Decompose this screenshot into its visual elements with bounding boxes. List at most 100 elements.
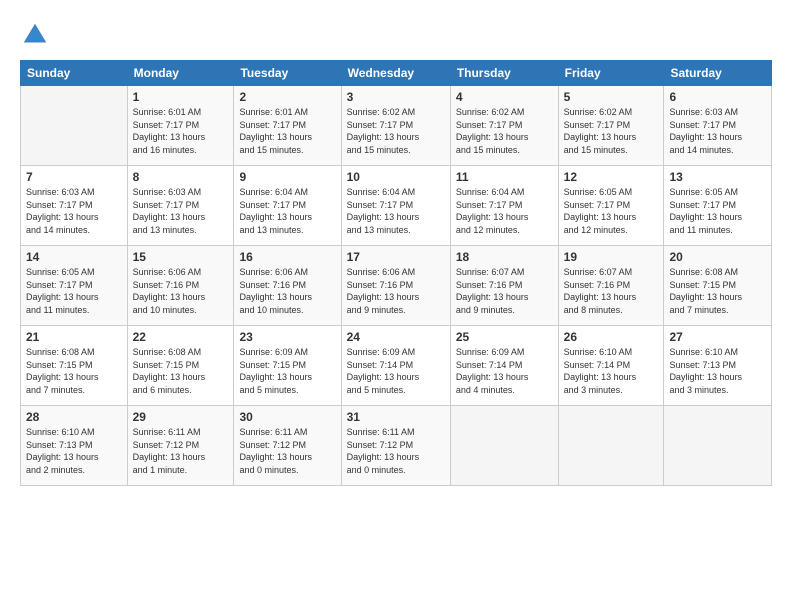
day-number: 1 [133,90,229,104]
day-number: 14 [26,250,122,264]
calendar-cell: 1 Sunrise: 6:01 AM Sunset: 7:17 PM Daylig… [127,86,234,166]
day-number: 24 [347,330,445,344]
day-number: 21 [26,330,122,344]
calendar-cell: 3Sunrise: 6:02 AM Sunset: 7:17 PM Daylig… [341,86,450,166]
day-number: 29 [133,410,229,424]
calendar-cell: 28 Sunrise: 6:10 AM Sunset: 7:13 PM Dayli… [21,406,128,486]
calendar-week-row: 21 Sunrise: 6:08 AM Sunset: 7:15 PM Dayli… [21,326,772,406]
day-info: Sunrise: 6:06 AM Sunset: 7:16 PM Dayligh… [239,266,335,316]
calendar-week-row: 28 Sunrise: 6:10 AM Sunset: 7:13 PM Dayli… [21,406,772,486]
day-number: 19 [564,250,659,264]
day-info: Sunrise: 6:04 AM Sunset: 7:17 PM Dayligh… [347,186,445,236]
calendar-week-row: 14 Sunrise: 6:05 AM Sunset: 7:17 PM Dayli… [21,246,772,326]
calendar-cell: 27 Sunrise: 6:10 AM Sunset: 7:13 PM Dayli… [664,326,772,406]
day-info: Sunrise: 6:09 AM Sunset: 7:15 PM Dayligh… [239,346,335,396]
day-info: Sunrise: 6:11 AM Sunset: 7:12 PM Dayligh… [239,426,335,476]
day-number: 28 [26,410,122,424]
calendar-day-header: Sunday [21,61,128,86]
calendar-cell: 6Sunrise: 6:03 AM Sunset: 7:17 PM Daylig… [664,86,772,166]
day-info: Sunrise: 6:11 AM Sunset: 7:12 PM Dayligh… [133,426,229,476]
day-info: Sunrise: 6:07 AM Sunset: 7:16 PM Dayligh… [564,266,659,316]
calendar-cell: 8 Sunrise: 6:03 AM Sunset: 7:17 PM Daylig… [127,166,234,246]
calendar-cell [21,86,128,166]
calendar-cell: 31 Sunrise: 6:11 AM Sunset: 7:12 PM Dayli… [341,406,450,486]
calendar-cell: 10Sunrise: 6:04 AM Sunset: 7:17 PM Dayli… [341,166,450,246]
calendar-day-header: Tuesday [234,61,341,86]
day-number: 27 [669,330,766,344]
calendar-cell: 23 Sunrise: 6:09 AM Sunset: 7:15 PM Dayli… [234,326,341,406]
day-info: Sunrise: 6:06 AM Sunset: 7:16 PM Dayligh… [347,266,445,316]
day-number: 18 [456,250,553,264]
header [20,20,772,50]
day-info: Sunrise: 6:10 AM Sunset: 7:13 PM Dayligh… [669,346,766,396]
calendar-cell: 15 Sunrise: 6:06 AM Sunset: 7:16 PM Dayli… [127,246,234,326]
day-number: 31 [347,410,445,424]
calendar-cell: 29 Sunrise: 6:11 AM Sunset: 7:12 PM Dayli… [127,406,234,486]
day-number: 11 [456,170,553,184]
day-number: 20 [669,250,766,264]
day-number: 3 [347,90,445,104]
calendar-day-header: Thursday [450,61,558,86]
day-info: Sunrise: 6:08 AM Sunset: 7:15 PM Dayligh… [133,346,229,396]
day-info: Sunrise: 6:11 AM Sunset: 7:12 PM Dayligh… [347,426,445,476]
calendar-cell: 5Sunrise: 6:02 AM Sunset: 7:17 PM Daylig… [558,86,664,166]
day-number: 15 [133,250,229,264]
day-info: Sunrise: 6:03 AM Sunset: 7:17 PM Dayligh… [26,186,122,236]
calendar-cell: 17 Sunrise: 6:06 AM Sunset: 7:16 PM Dayli… [341,246,450,326]
day-number: 4 [456,90,553,104]
day-info: Sunrise: 6:04 AM Sunset: 7:17 PM Dayligh… [239,186,335,236]
calendar-header-row: SundayMondayTuesdayWednesdayThursdayFrid… [21,61,772,86]
calendar-cell: 22 Sunrise: 6:08 AM Sunset: 7:15 PM Dayli… [127,326,234,406]
day-info: Sunrise: 6:03 AM Sunset: 7:17 PM Dayligh… [133,186,229,236]
day-number: 23 [239,330,335,344]
day-number: 30 [239,410,335,424]
calendar-cell: 2Sunrise: 6:01 AM Sunset: 7:17 PM Daylig… [234,86,341,166]
day-info: Sunrise: 6:10 AM Sunset: 7:14 PM Dayligh… [564,346,659,396]
calendar-day-header: Saturday [664,61,772,86]
day-info: Sunrise: 6:01 AM Sunset: 7:17 PM Dayligh… [133,106,229,156]
day-number: 26 [564,330,659,344]
day-info: Sunrise: 6:10 AM Sunset: 7:13 PM Dayligh… [26,426,122,476]
calendar-cell: 30 Sunrise: 6:11 AM Sunset: 7:12 PM Dayli… [234,406,341,486]
day-number: 5 [564,90,659,104]
calendar-cell [664,406,772,486]
calendar-day-header: Friday [558,61,664,86]
calendar-cell: 12Sunrise: 6:05 AM Sunset: 7:17 PM Dayli… [558,166,664,246]
day-info: Sunrise: 6:03 AM Sunset: 7:17 PM Dayligh… [669,106,766,156]
calendar-cell: 18 Sunrise: 6:07 AM Sunset: 7:16 PM Dayli… [450,246,558,326]
logo [20,20,54,50]
day-number: 22 [133,330,229,344]
calendar-cell: 25 Sunrise: 6:09 AM Sunset: 7:14 PM Dayli… [450,326,558,406]
calendar-cell: 9 Sunrise: 6:04 AM Sunset: 7:17 PM Daylig… [234,166,341,246]
day-info: Sunrise: 6:09 AM Sunset: 7:14 PM Dayligh… [347,346,445,396]
calendar-cell: 13 Sunrise: 6:05 AM Sunset: 7:17 PM Dayli… [664,166,772,246]
calendar-day-header: Wednesday [341,61,450,86]
calendar-cell: 26 Sunrise: 6:10 AM Sunset: 7:14 PM Dayli… [558,326,664,406]
day-number: 12 [564,170,659,184]
day-info: Sunrise: 6:08 AM Sunset: 7:15 PM Dayligh… [26,346,122,396]
day-info: Sunrise: 6:05 AM Sunset: 7:17 PM Dayligh… [669,186,766,236]
day-info: Sunrise: 6:02 AM Sunset: 7:17 PM Dayligh… [456,106,553,156]
day-number: 13 [669,170,766,184]
calendar-cell [450,406,558,486]
calendar-day-header: Monday [127,61,234,86]
day-number: 17 [347,250,445,264]
calendar-week-row: 1 Sunrise: 6:01 AM Sunset: 7:17 PM Daylig… [21,86,772,166]
day-number: 16 [239,250,335,264]
calendar-cell: 11 Sunrise: 6:04 AM Sunset: 7:17 PM Dayli… [450,166,558,246]
calendar-table: SundayMondayTuesdayWednesdayThursdayFrid… [20,60,772,486]
calendar-cell: 24 Sunrise: 6:09 AM Sunset: 7:14 PM Dayli… [341,326,450,406]
day-info: Sunrise: 6:09 AM Sunset: 7:14 PM Dayligh… [456,346,553,396]
day-number: 9 [239,170,335,184]
day-number: 8 [133,170,229,184]
day-number: 2 [239,90,335,104]
calendar-cell: 19 Sunrise: 6:07 AM Sunset: 7:16 PM Dayli… [558,246,664,326]
day-info: Sunrise: 6:05 AM Sunset: 7:17 PM Dayligh… [26,266,122,316]
calendar-cell: 14 Sunrise: 6:05 AM Sunset: 7:17 PM Dayli… [21,246,128,326]
calendar-cell [558,406,664,486]
day-info: Sunrise: 6:06 AM Sunset: 7:16 PM Dayligh… [133,266,229,316]
day-info: Sunrise: 6:08 AM Sunset: 7:15 PM Dayligh… [669,266,766,316]
day-number: 25 [456,330,553,344]
day-info: Sunrise: 6:07 AM Sunset: 7:16 PM Dayligh… [456,266,553,316]
day-info: Sunrise: 6:04 AM Sunset: 7:17 PM Dayligh… [456,186,553,236]
